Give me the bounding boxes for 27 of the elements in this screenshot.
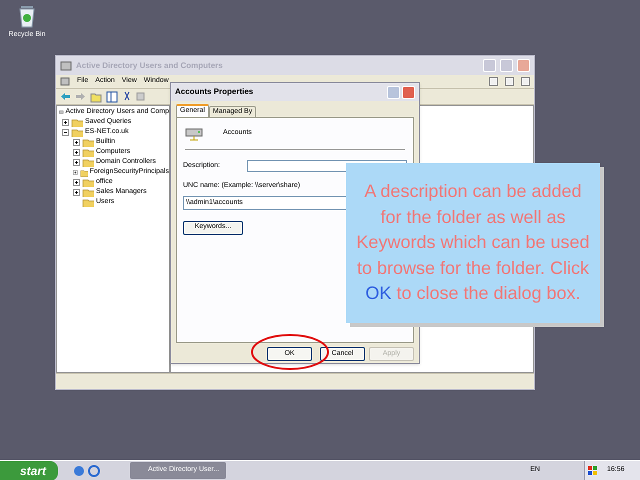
- back-arrow-icon: [60, 92, 71, 101]
- expand-icon[interactable]: [73, 188, 80, 196]
- dialog-title: Accounts Properties: [175, 86, 254, 98]
- app-icon: [60, 76, 70, 86]
- expand-icon[interactable]: [73, 138, 80, 146]
- panel-icon: [106, 90, 118, 102]
- forward-arrow-icon: [75, 92, 86, 101]
- expand-icon[interactable]: [73, 158, 80, 166]
- folder-icon: [82, 187, 94, 197]
- flag-icon: [588, 466, 597, 475]
- expand-icon[interactable]: [62, 118, 69, 126]
- collapse-icon[interactable]: [62, 128, 69, 136]
- start-button[interactable]: start: [0, 460, 58, 480]
- folder-icon: [71, 117, 83, 127]
- folder-icon: [82, 137, 94, 147]
- server-icon: [185, 126, 203, 140]
- folder-icon: [82, 197, 94, 207]
- app-icon: [60, 60, 72, 72]
- close-button[interactable]: [521, 77, 530, 86]
- minimize-button[interactable]: [489, 77, 498, 86]
- folder-icon: [82, 147, 94, 157]
- expand-icon[interactable]: [73, 148, 80, 156]
- folder-up-icon: [90, 90, 102, 102]
- folder-icon: [82, 157, 94, 167]
- restore-button[interactable]: [505, 77, 514, 86]
- expand-icon[interactable]: [73, 168, 78, 176]
- expand-icon[interactable]: [73, 178, 80, 186]
